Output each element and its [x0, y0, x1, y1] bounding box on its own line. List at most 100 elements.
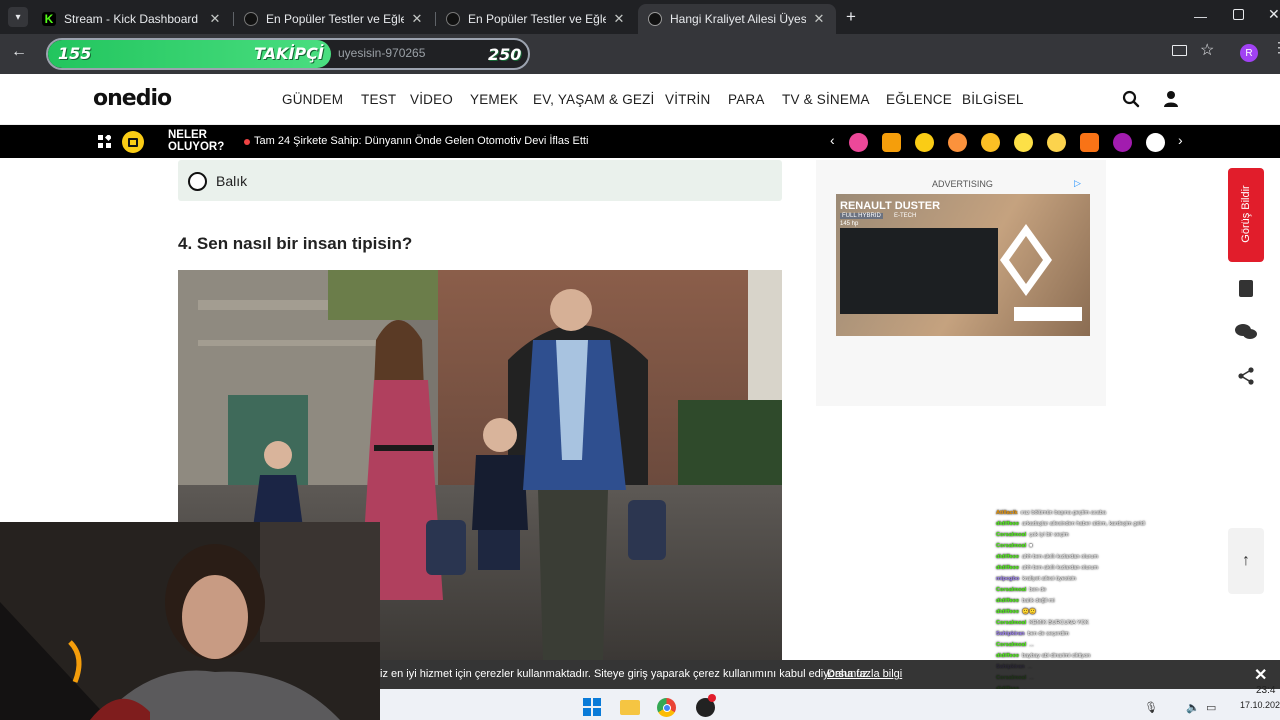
mic-icon[interactable]: 🎙: [1144, 701, 1158, 714]
chat-message: didiffeee arkadaşlar ailesinden haber ald…: [996, 519, 1145, 528]
clock-time[interactable]: 23:4: [1256, 685, 1275, 696]
reaction-laugh-icon[interactable]: [1080, 133, 1099, 152]
feedback-label: Görüş Bildir: [1240, 185, 1252, 243]
chat-username[interactable]: Corsalmeal: [996, 620, 1026, 626]
minimize-icon[interactable]: —: [1194, 9, 1207, 24]
cookie-close-icon[interactable]: ✕: [1254, 665, 1267, 685]
bookmark-add-icon[interactable]: [1228, 270, 1264, 306]
nav-para[interactable]: PARA: [728, 92, 765, 107]
ad-container: ADVERTISING ▷ RENAULT DUSTER FULL HYBRID…: [816, 160, 1106, 406]
windows-start-icon[interactable]: [583, 698, 601, 716]
nav-bilgisel[interactable]: BİLGİSEL: [962, 92, 1024, 107]
comments-icon[interactable]: [1228, 314, 1264, 350]
streamer-camera: [0, 522, 380, 720]
restore-icon[interactable]: [1233, 9, 1244, 20]
chat-username[interactable]: mlpcgbo: [996, 576, 1019, 582]
tab-kick-dashboard[interactable]: K Stream - Kick Dashboard ✕: [32, 4, 232, 34]
tab-onedio-2[interactable]: En Popüler Testler ve Eğlenceli ✕: [436, 4, 636, 34]
nav-tv-sinema[interactable]: TV & SİNEMA: [782, 92, 870, 107]
reaction-special-icon[interactable]: [1113, 133, 1132, 152]
news-icon[interactable]: [122, 131, 144, 153]
ad-banner[interactable]: RENAULT DUSTER FULL HYBRID E-TECH 145 hp: [836, 194, 1090, 336]
apps-grid-icon[interactable]: [98, 135, 111, 148]
nav-video[interactable]: VİDEO: [410, 92, 453, 107]
nav-yemek[interactable]: YEMEK: [470, 92, 518, 107]
chat-username[interactable]: Corsalmeal: [996, 587, 1026, 593]
file-explorer-icon[interactable]: [620, 700, 640, 715]
nav-vitrin[interactable]: VİTRİN: [665, 92, 710, 107]
install-app-icon[interactable]: [1172, 45, 1187, 56]
profile-avatar[interactable]: R: [1240, 44, 1258, 62]
ad-video[interactable]: [840, 228, 998, 314]
webcam-overlay: [0, 522, 380, 720]
window-close-icon[interactable]: ✕: [1268, 6, 1280, 23]
tab-onedio-1[interactable]: En Popüler Testler ve Eğlenceli ✕: [234, 4, 434, 34]
reaction-bizpop-icon[interactable]: [849, 133, 868, 152]
adchoices-icon[interactable]: ▷: [1074, 178, 1084, 188]
radio-circle-icon[interactable]: [188, 172, 207, 191]
chat-username[interactable]: didiffeee: [996, 598, 1019, 604]
back-arrow-icon[interactable]: ←: [11, 43, 27, 61]
chat-username[interactable]: Corsalmeal: [996, 543, 1026, 549]
chat-username[interactable]: didiffeee: [996, 653, 1019, 659]
clock-date[interactable]: 17.10.202: [1240, 700, 1280, 710]
reaction-smile-icon[interactable]: [1047, 133, 1066, 152]
news-ticker: NELER OLUYOR? Tam 24 Şirkete Sahip: Düny…: [0, 125, 1280, 158]
nav-test[interactable]: TEST: [361, 92, 396, 107]
share-icon[interactable]: [1228, 358, 1264, 394]
reaction-sad-icon[interactable]: [1014, 133, 1033, 152]
chat-username[interactable]: didiffeee: [996, 609, 1019, 615]
quiz-option[interactable]: Balık: [178, 160, 782, 201]
ad-cta-button[interactable]: [1014, 307, 1082, 321]
close-icon[interactable]: ✕: [208, 11, 222, 27]
cookie-text: iz en iyi hizmet için çerezler kullanmak…: [380, 668, 871, 680]
site-logo[interactable]: onedio: [93, 86, 172, 111]
tab-hangi-kraliyet[interactable]: Hangi Kraliyet Ailesi Üyesisin? ✕: [638, 4, 836, 34]
user-icon[interactable]: [1163, 90, 1179, 108]
ticker-headline[interactable]: Tam 24 Şirkete Sahip: Dünyanın Önde Gele…: [254, 135, 588, 147]
chat-message: didiffeee 🙂🙂: [996, 607, 1036, 616]
chat-username[interactable]: Corsalmeal: [996, 642, 1026, 648]
menu-kebab-icon[interactable]: ⋮: [1272, 40, 1280, 54]
browser-toolbar: ← uyesisin-970265 155 TAKİPÇİ 250 ☆ R ⋮: [0, 34, 1280, 74]
cookie-notice: iz en iyi hizmet için çerezler kullanmak…: [380, 660, 1280, 689]
chat-username[interactable]: Atillacik: [996, 510, 1017, 516]
chat-text: 🙂🙂: [1022, 608, 1036, 615]
nav-eglence[interactable]: EĞLENCE: [886, 92, 952, 107]
chat-username[interactable]: didiffeee: [996, 565, 1019, 571]
chat-text: ...: [1029, 641, 1034, 648]
search-icon[interactable]: [1122, 90, 1140, 108]
close-icon[interactable]: ✕: [812, 11, 826, 27]
reaction-plus-icon[interactable]: [1146, 133, 1165, 152]
chat-username[interactable]: Corsalmeal: [996, 532, 1026, 538]
reaction-glasses-icon[interactable]: [915, 133, 934, 152]
tab-search-button[interactable]: ▾: [8, 7, 28, 27]
chat-text: ben de: [1029, 586, 1047, 593]
address-bar[interactable]: uyesisin-970265 155 TAKİPÇİ 250: [46, 38, 530, 70]
chat-text: arkadaşlar ailesinden haber aldım, karde…: [1022, 520, 1146, 527]
chat-text: ben de seçerdim: [1027, 630, 1069, 637]
reaction-heart-icon[interactable]: [948, 133, 967, 152]
battery-icon[interactable]: ▭: [1206, 701, 1216, 714]
chevron-right-icon[interactable]: ›: [1178, 132, 1183, 148]
volume-icon[interactable]: 🔈: [1186, 701, 1200, 714]
chat-username[interactable]: didiffeee: [996, 554, 1019, 560]
chevron-left-icon[interactable]: ‹: [830, 132, 835, 148]
chat-text: çok iyi bir seçim: [1029, 531, 1069, 538]
close-icon[interactable]: ✕: [612, 11, 626, 27]
chrome-icon[interactable]: [657, 698, 676, 717]
reaction-love-icon[interactable]: [981, 133, 1000, 152]
close-icon[interactable]: ✕: [410, 11, 424, 27]
chat-text: balık değil mi: [1022, 597, 1055, 604]
chat-username[interactable]: Sahipkiran: [996, 631, 1025, 637]
chat-text: kraliyet ailesi üyesisin: [1022, 575, 1077, 582]
cookie-more-link[interactable]: Daha fazla bilgi: [827, 668, 902, 680]
chat-username[interactable]: didiffeee: [996, 521, 1019, 527]
new-tab-icon[interactable]: +: [842, 8, 860, 26]
bookmark-star-icon[interactable]: ☆: [1200, 40, 1214, 60]
reaction-kimo-icon[interactable]: [882, 133, 901, 152]
obs-icon[interactable]: [696, 694, 716, 717]
nav-ev-yasam-gezi[interactable]: EV, YAŞAM & GEZİ: [533, 92, 655, 107]
nav-gundem[interactable]: GÜNDEM: [282, 92, 343, 107]
feedback-button[interactable]: Görüş Bildir: [1228, 168, 1264, 262]
